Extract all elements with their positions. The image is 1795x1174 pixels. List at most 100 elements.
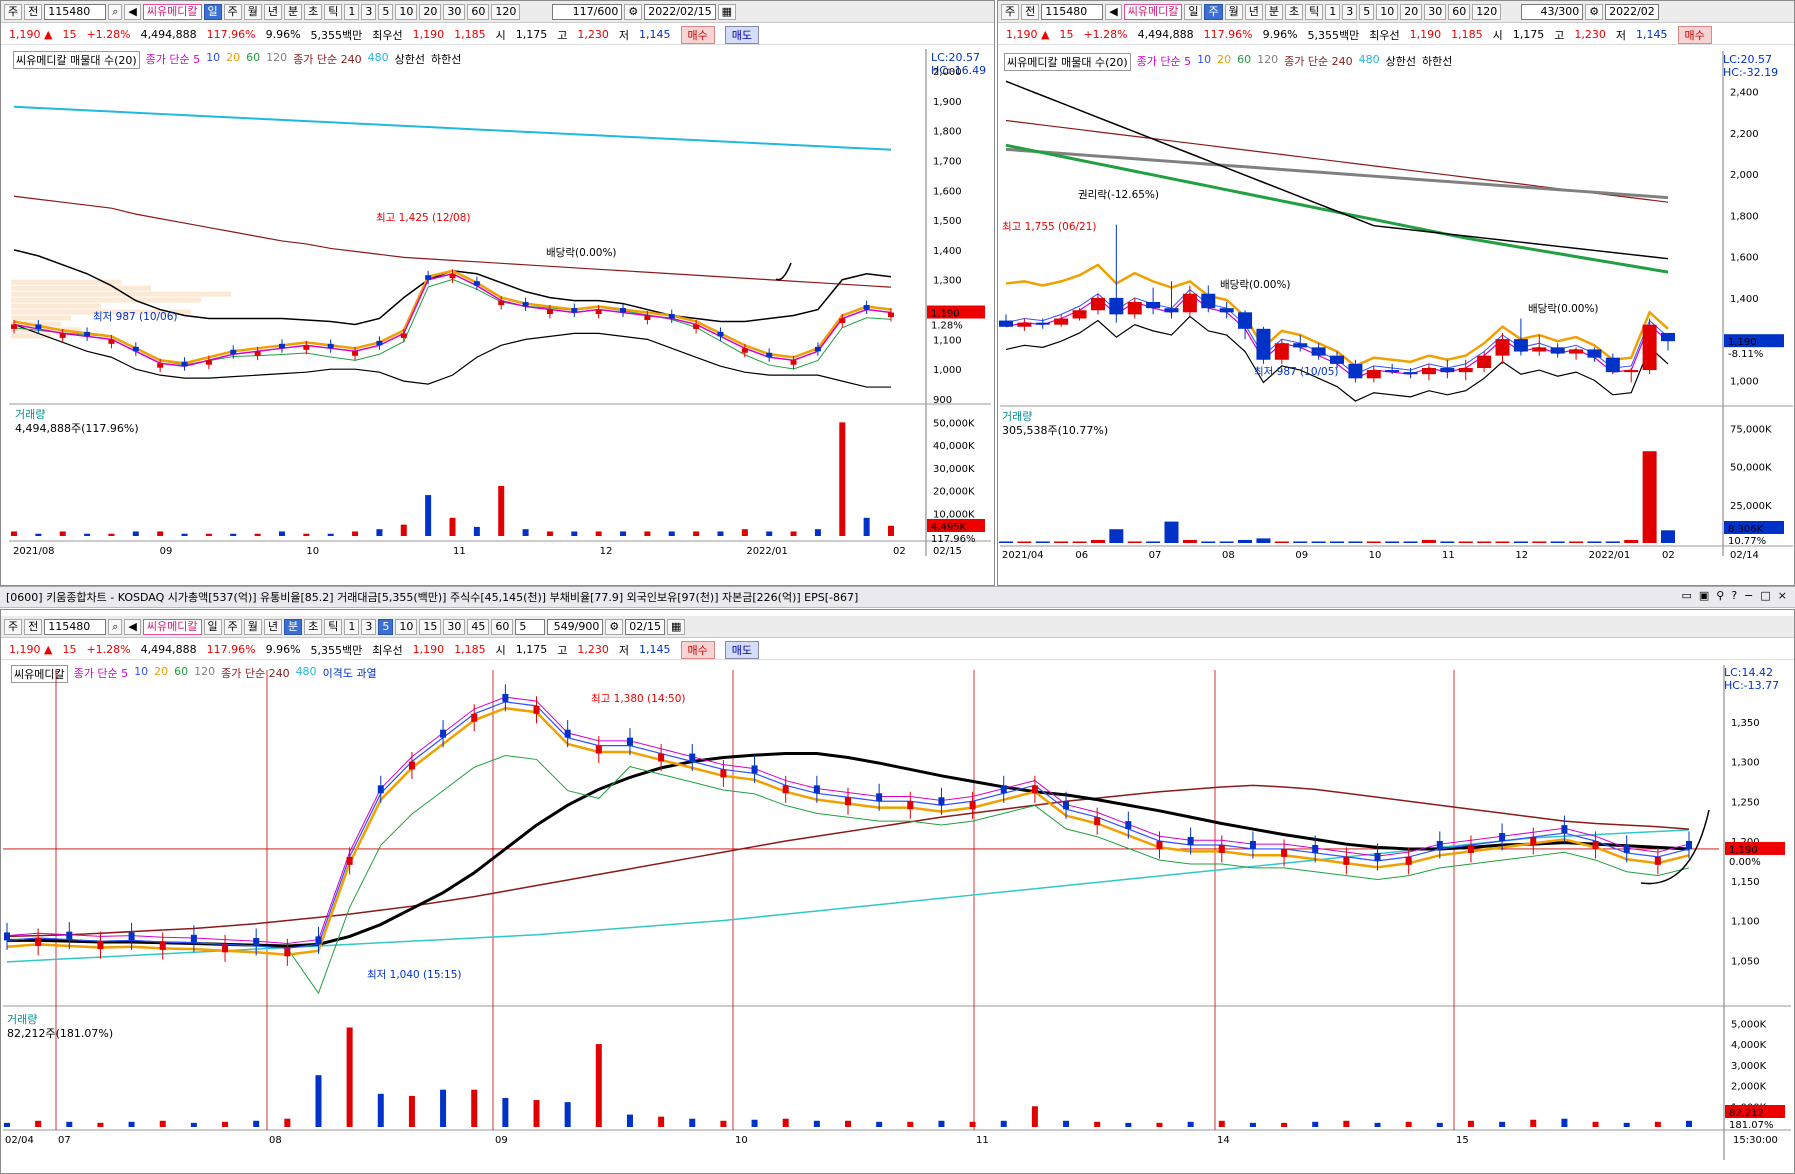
vol-pct: 117.96% (931, 534, 976, 545)
minute-price-chart[interactable]: 1,0501,1001,1501,2001,2501,3001,350최고 1,… (1, 610, 1795, 1174)
volume-bar (35, 533, 42, 536)
candle-body (502, 693, 509, 702)
y-tick-label: 2,000 (1730, 170, 1759, 181)
candle-body (303, 345, 310, 350)
volume-bar (181, 533, 188, 536)
volume-bar (1017, 541, 1032, 543)
daily-price-chart[interactable]: 9001,0001,1001,2001,3001,4001,5001,6001,… (1, 1, 995, 561)
candle-body (1661, 332, 1675, 342)
volume-bar (814, 529, 821, 536)
high-annotation: 최고 1,380 (14:50) (591, 693, 686, 705)
volume-bar (1293, 541, 1308, 543)
vol-pct: 181.07% (1729, 1120, 1774, 1131)
x-tick-label: 2022/01 (1589, 550, 1631, 561)
x-tick-label: 02/14 (1730, 550, 1759, 561)
candle-body (689, 753, 696, 762)
x-tick-label: 02/04 (5, 1135, 34, 1146)
weekly-price-chart[interactable]: 1,0001,2001,4001,6001,8002,0002,2002,400… (998, 1, 1795, 561)
candle-body (1654, 856, 1661, 865)
volume-bar (471, 1089, 478, 1127)
candle-body (315, 936, 322, 945)
y-tick-label: 1,350 (1731, 718, 1760, 729)
tile-icon[interactable]: ▣ (1699, 589, 1709, 602)
candle-body (1000, 785, 1007, 794)
volume-bar (1000, 1120, 1007, 1127)
candle-body (11, 324, 17, 329)
volume-bar (376, 529, 383, 536)
volume-bar (1330, 541, 1344, 543)
volume-bar (1343, 1120, 1350, 1127)
volume-bar (498, 486, 505, 536)
volume-bar (1109, 529, 1124, 543)
y-tick-label: 1,600 (1730, 253, 1759, 264)
volume-bar (473, 526, 480, 536)
candle-body (352, 351, 359, 356)
vol-tick-label: 2,000K (1731, 1082, 1767, 1093)
candle-body (205, 360, 212, 365)
candle-body (1495, 339, 1510, 356)
candle-body (128, 932, 135, 941)
x-tick-label: 12 (600, 546, 613, 557)
volume-bar (1495, 541, 1510, 543)
help-icon[interactable]: ? (1731, 589, 1737, 602)
candle-body (1513, 339, 1528, 352)
candle-body (284, 948, 291, 957)
window-title-bar: [0600] 키움종합차트 - KOSDAQ 시가총액[537(억)] 유통비율… (0, 586, 1795, 608)
candle-body (876, 793, 883, 802)
volume-bar (1311, 541, 1326, 543)
x-tick-label: 11 (1442, 550, 1455, 561)
volume-bar (595, 531, 602, 536)
volume-bar (1238, 539, 1253, 543)
volume-bar (839, 422, 846, 536)
candle-body (1569, 349, 1584, 354)
candle-body (1532, 347, 1547, 352)
y-tick-label: 900 (933, 395, 952, 406)
volume-bar (502, 1097, 509, 1127)
minimize-icon[interactable]: − (1744, 589, 1753, 602)
candle-body (1605, 357, 1620, 373)
volume-bar (766, 531, 773, 536)
volume-bar (1623, 1122, 1630, 1127)
vol-tick-label: 25,000K (1730, 501, 1772, 512)
close-icon[interactable]: × (1778, 589, 1787, 602)
candle-body (522, 302, 529, 307)
candle-body (222, 944, 229, 953)
trend-arrow-icon (775, 262, 792, 281)
candle-body (159, 941, 166, 950)
candle-body (595, 745, 602, 754)
volume-bar (1686, 1120, 1692, 1127)
candle-body (1436, 841, 1443, 849)
maximize-icon[interactable]: □ (1760, 589, 1770, 602)
candle-body (1587, 349, 1602, 358)
price-marker: 1,190 (1728, 337, 1757, 348)
restore-icon[interactable]: ▭ (1681, 589, 1691, 602)
volume-bar (1312, 1121, 1319, 1127)
volume-bar (1156, 1122, 1163, 1127)
low-annotation: 최저 987 (10/06) (93, 311, 178, 323)
candle-body (377, 785, 384, 794)
volume-bar (66, 1121, 73, 1127)
volume-bar (1256, 538, 1271, 543)
volume-bar (1605, 541, 1620, 543)
x-tick-label: 15:30:00 (1733, 1135, 1778, 1146)
pin-icon[interactable]: ⚲ (1716, 589, 1724, 602)
volume-profile-bar (11, 297, 201, 303)
ma480-line (13, 105, 892, 151)
volume-bar (564, 1102, 571, 1127)
candle-body (157, 363, 164, 368)
candle-body (839, 318, 846, 323)
volume-bar (1201, 541, 1216, 543)
volume-bar (644, 531, 651, 536)
volume-bar (352, 531, 359, 536)
upper-band-line (1005, 80, 1669, 260)
volume-bar (159, 1120, 166, 1127)
volume-bar (35, 1120, 42, 1127)
x-tick-label: 08 (269, 1135, 282, 1146)
candle-body (1403, 372, 1418, 375)
volume-bar (969, 1121, 976, 1127)
volume-bar (254, 533, 261, 536)
y-tick-label: 1,250 (1731, 797, 1760, 808)
vol-value: 305,538주(10.77%) (1002, 424, 1109, 437)
volume-bar (1654, 1121, 1661, 1127)
candle-body (863, 305, 870, 310)
